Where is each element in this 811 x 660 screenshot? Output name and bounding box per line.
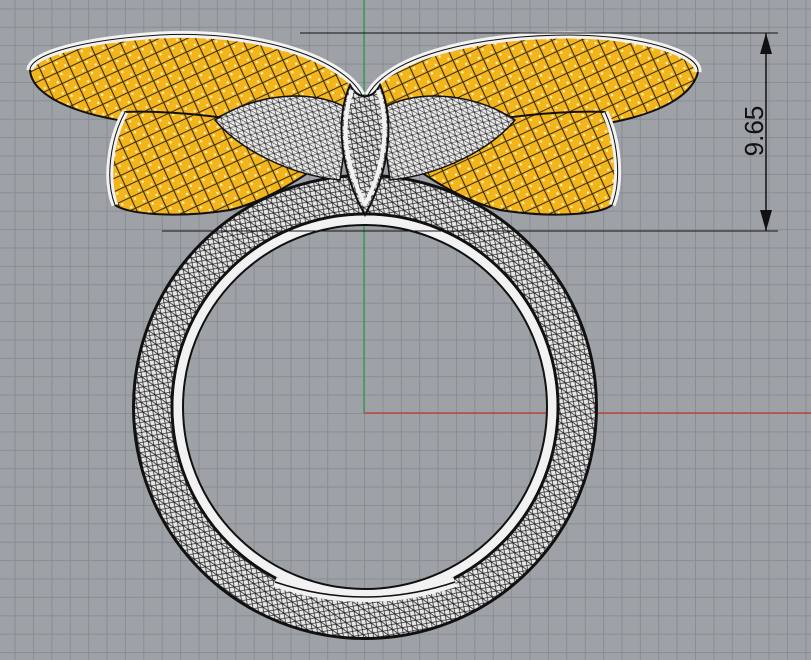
dimension-arrow-bottom [760, 210, 772, 231]
ring-wireframe-canvas [26, 0, 811, 640]
dimension-arrow-top [760, 33, 772, 54]
dimension-value-label: 9.65 [739, 105, 769, 157]
cad-viewport[interactable]: 9.65 [0, 0, 811, 660]
ring-band [132, 174, 598, 640]
